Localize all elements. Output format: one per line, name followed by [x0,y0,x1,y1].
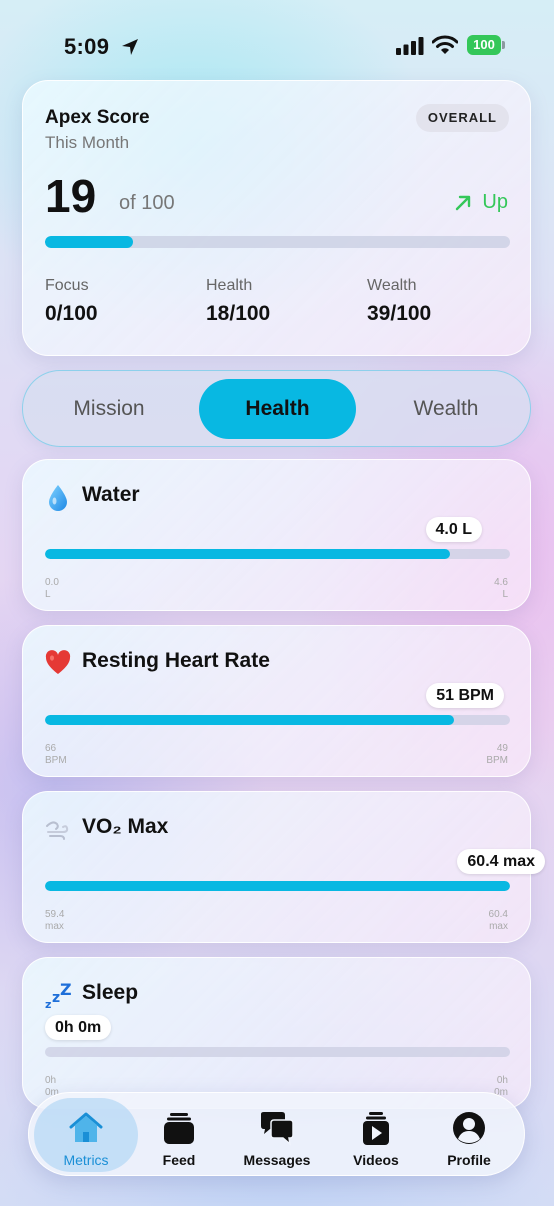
tab-metrics[interactable]: Metrics [34,1098,138,1172]
metric-progress-fill [45,549,450,559]
chat-bubbles-icon [261,1112,294,1146]
svg-text:z: z [45,998,51,1010]
apex-progress-fill [45,236,134,248]
metric-max-value: 4.6 [494,577,508,588]
metric-min-value: 66 [45,743,57,754]
metric-card-vo2-max[interactable]: VO₂ Max 60.4 max 59.4 max 60.4 max [22,791,545,943]
heart-icon [45,650,71,674]
metric-title: Water [82,483,140,506]
metric-min-unit: max [45,921,64,932]
tab-label: Feed [162,1152,196,1168]
metric-min-label: 59.4 max [45,909,64,933]
metric-progress-track [45,1047,510,1057]
metric-max-label: 49 BPM [486,743,508,767]
status-bar: 5:09 100 [0,0,554,90]
health-label: Health [206,277,253,294]
zzz-icon: z z Z [45,980,71,1010]
metric-max-value: 49 [496,743,508,754]
location-arrow-icon [122,39,138,55]
apex-subtitle: This Month [45,133,130,152]
metric-card-sleep[interactable]: z z Z Sleep 0h 0m 0h 0m 0h 0m [22,957,531,1109]
wind-icon [46,821,69,840]
tab-messages[interactable]: Messages [233,1098,321,1172]
metric-min-label: 66 BPM [45,743,67,767]
metric-progress-fill [45,881,510,891]
status-time: 5:09 [64,34,110,59]
focus-label: Focus [45,277,89,294]
tab-profile[interactable]: Profile [431,1098,507,1172]
tab-videos[interactable]: Videos [337,1098,415,1172]
metric-value-pill: 51 BPM [426,683,504,708]
metric-value-pill: 0h 0m [45,1015,112,1040]
cellular-signal-icon [396,37,424,55]
metric-progress-track [45,549,510,559]
segment-health[interactable]: Health [199,379,356,439]
video-play-icon [363,1112,389,1145]
focus-value: 0/100 [45,302,98,325]
tab-feed[interactable]: Feed [141,1098,217,1172]
person-icon [453,1112,485,1144]
tab-label: Messages [243,1152,311,1168]
apex-progress-track [45,236,510,248]
tab-label: Profile [447,1152,491,1168]
segment-wealth[interactable]: Wealth [378,379,514,439]
wealth-label: Wealth [367,277,417,294]
metric-min-value: 59.4 [45,909,65,920]
arrow-up-right-icon [456,195,471,210]
wealth-value: 39/100 [367,302,432,325]
metric-title: VO₂ Max [82,815,169,838]
apex-score-card[interactable]: Apex Score This Month OVERALL 19 of 100 … [22,80,531,356]
metric-min-value: 0.0 [45,577,59,588]
category-segmented-control: Mission Health Wealth [22,370,531,447]
battery-level: 100 [467,35,501,55]
trend-label: Up [482,191,508,213]
metric-min-unit: L [45,589,51,600]
metric-max-label: 60.4 max [489,909,508,933]
metric-min-value: 0h [45,1075,57,1086]
bottom-tab-bar: Metrics Feed Messages Videos Profile [28,1092,525,1176]
metric-max-value: 60.4 [488,909,508,920]
metric-min-unit: BPM [45,755,67,766]
svg-text:Z: Z [60,980,71,999]
metric-max-label: 4.6 L [494,577,508,601]
apex-title: Apex Score [45,107,150,128]
battery-indicator: 100 [467,35,505,55]
battery-tip [502,41,505,49]
metric-title: Sleep [82,981,139,1004]
stack-icon [164,1113,194,1144]
metric-card-water[interactable]: Water 4.0 L 0.0 L 4.6 L [22,459,531,611]
metric-card-resting-heart-rate[interactable]: Resting Heart Rate 51 BPM 66 BPM 49 BPM [22,625,531,777]
health-value: 18/100 [206,302,271,325]
metric-max-unit: BPM [486,755,508,766]
metric-progress-track [45,881,510,891]
metric-value-pill: 60.4 max [457,849,545,874]
metric-progress-track [45,715,510,725]
metric-max-value: 0h [496,1075,508,1086]
segment-mission[interactable]: Mission [41,379,177,439]
svg-text:z: z [52,990,60,1006]
metric-min-label: 0.0 L [45,577,59,601]
metric-max-unit: L [502,589,508,600]
metric-value-pill: 4.0 L [425,517,482,542]
water-drop-icon [49,485,67,511]
apex-score-value: 19 [45,170,97,222]
home-icon [69,1112,103,1142]
metric-title: Resting Heart Rate [82,649,270,672]
trend-indicator: Up [454,191,508,214]
wifi-icon [432,35,458,54]
apex-score-max: of 100 [119,192,175,214]
tab-label: Videos [353,1152,399,1168]
metric-progress-fill [45,715,455,725]
metric-max-unit: max [489,921,508,932]
tab-label: Metrics [63,1152,109,1168]
overall-badge[interactable]: OVERALL [415,104,509,132]
